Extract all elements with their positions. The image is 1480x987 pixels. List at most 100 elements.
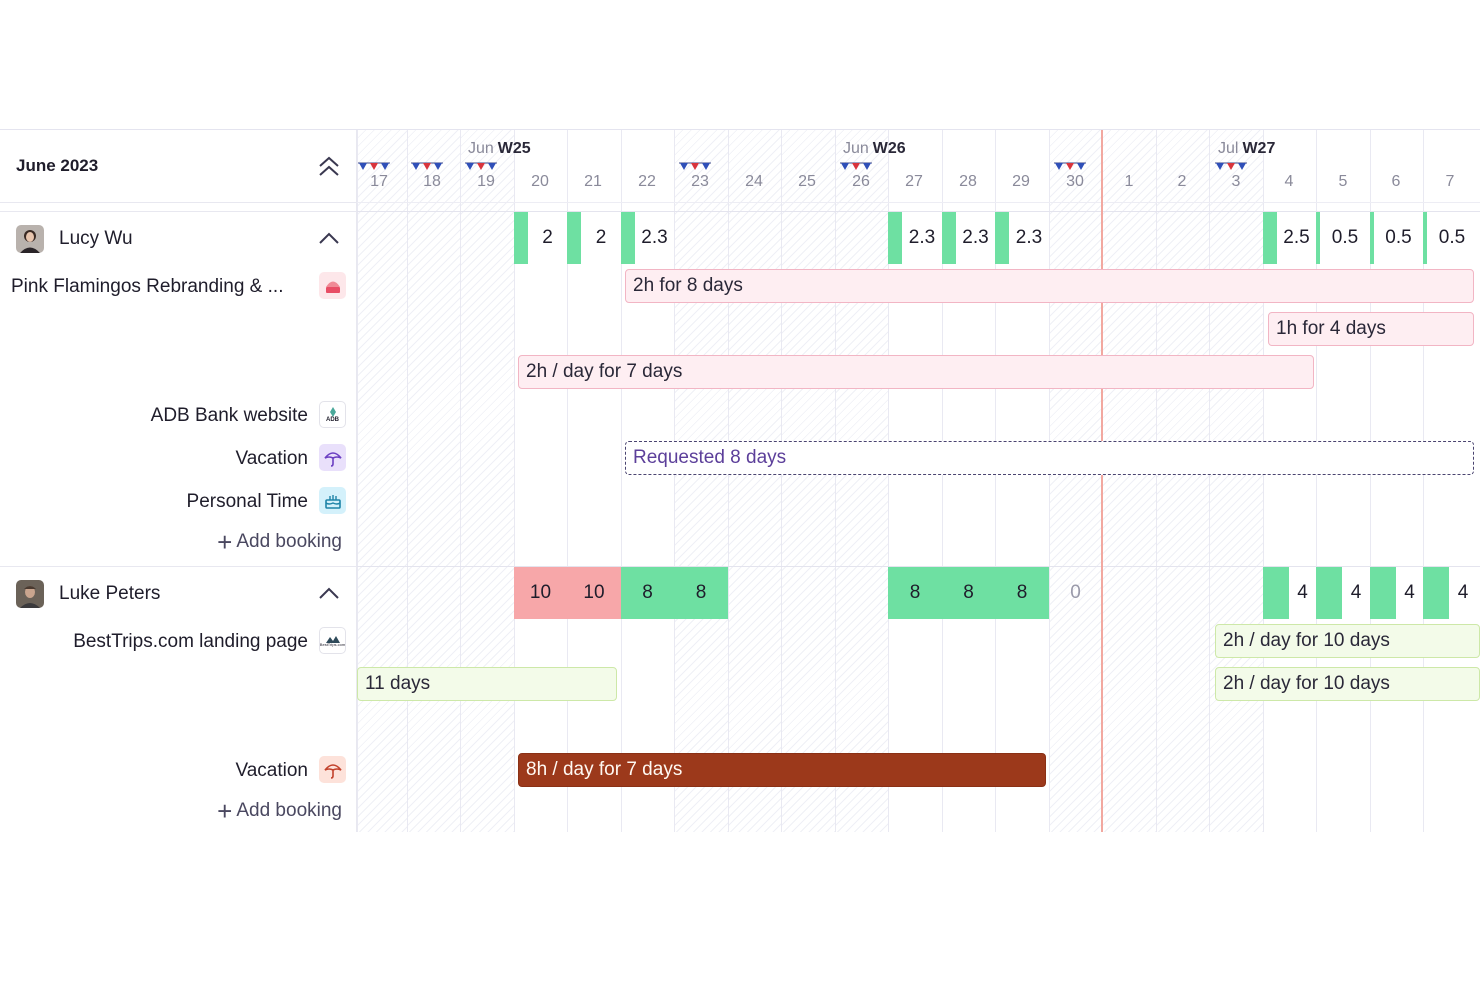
day-column bbox=[1102, 130, 1156, 832]
umbrella-icon bbox=[319, 444, 346, 471]
person-name: Lucy Wu bbox=[59, 228, 133, 249]
capacity-cell[interactable]: 8 bbox=[995, 567, 1049, 619]
booking-bar[interactable]: 1h for 4 days bbox=[1268, 312, 1474, 346]
today-marker bbox=[1101, 130, 1103, 832]
day-number: 21 bbox=[584, 173, 602, 190]
day-number: 22 bbox=[638, 173, 656, 190]
add-booking-label: Add booking bbox=[236, 800, 342, 821]
day-number: 7 bbox=[1445, 173, 1455, 190]
capacity-cell[interactable]: 0.5 bbox=[1370, 212, 1423, 264]
project-name: ADB Bank website bbox=[150, 405, 308, 426]
booking-bar[interactable]: 2h / day for 10 days bbox=[1215, 667, 1480, 701]
day-number: 28 bbox=[959, 173, 977, 190]
plus-icon: + bbox=[217, 796, 233, 826]
chevron-up-icon[interactable] bbox=[316, 227, 342, 251]
project-name: Vacation bbox=[235, 448, 308, 469]
add-booking-button[interactable]: + Add booking bbox=[217, 529, 342, 555]
capacity-cell[interactable]: 4 bbox=[1263, 567, 1316, 619]
project-row[interactable]: Vacation bbox=[0, 753, 357, 789]
booking-bar[interactable]: 2h / day for 10 days bbox=[1215, 624, 1480, 658]
capacity-cell[interactable]: 2.3 bbox=[995, 212, 1049, 264]
holiday-bunting-icon bbox=[1215, 162, 1247, 170]
project-row[interactable]: BestTrips.com landing page BestTrips.com bbox=[0, 624, 357, 660]
day-column bbox=[357, 130, 411, 832]
day-number: 23 bbox=[691, 173, 709, 190]
day-number: 27 bbox=[905, 173, 923, 190]
cupcake-icon bbox=[319, 272, 346, 299]
day-number: 20 bbox=[531, 173, 549, 190]
project-name: BestTrips.com landing page bbox=[73, 631, 308, 652]
person-row-luke-peters[interactable]: Luke Peters bbox=[0, 567, 357, 619]
capacity-cell[interactable]: 4 bbox=[1370, 567, 1423, 619]
day-number: 30 bbox=[1066, 173, 1084, 190]
capacity-cell[interactable]: 2.3 bbox=[621, 212, 674, 264]
capacity-cell[interactable]: 8 bbox=[674, 567, 728, 619]
booking-bar[interactable]: 2h for 8 days bbox=[625, 269, 1474, 303]
umbrella-icon bbox=[319, 756, 346, 783]
holiday-bunting-icon bbox=[679, 162, 711, 170]
person-row-lucy-wu[interactable]: Lucy Wu bbox=[0, 212, 357, 264]
capacity-cell[interactable]: 2 bbox=[514, 212, 567, 264]
day-column bbox=[1049, 130, 1103, 832]
avatar bbox=[16, 580, 44, 608]
capacity-cell[interactable]: 4 bbox=[1423, 567, 1477, 619]
day-column bbox=[835, 130, 889, 832]
adb-logo-icon: ADB bbox=[319, 401, 346, 428]
add-booking-button[interactable]: + Add booking bbox=[217, 798, 342, 824]
day-number: 17 bbox=[370, 173, 388, 190]
day-column bbox=[674, 130, 728, 832]
holiday-bunting-icon bbox=[411, 162, 443, 170]
project-row[interactable]: Personal Time bbox=[0, 484, 357, 520]
day-number: 5 bbox=[1338, 173, 1348, 190]
person-name: Luke Peters bbox=[59, 583, 161, 604]
day-number: 4 bbox=[1284, 173, 1294, 190]
capacity-cell[interactable]: 4 bbox=[1316, 567, 1370, 619]
vacation-booking-bar[interactable]: 8h / day for 7 days bbox=[518, 753, 1046, 787]
booking-bar[interactable]: 11 days bbox=[357, 667, 617, 701]
capacity-cell[interactable]: 2.3 bbox=[888, 212, 942, 264]
capacity-cell[interactable]: 2.5 bbox=[1263, 212, 1316, 264]
adb-logo-text: ADB bbox=[326, 416, 339, 423]
project-name: Personal Time bbox=[186, 491, 308, 512]
capacity-cell[interactable]: 8 bbox=[621, 567, 674, 619]
day-column bbox=[1156, 130, 1210, 832]
add-booking-label: Add booking bbox=[236, 531, 342, 552]
sidebar: June 2023 Lucy Wu Pink Flamingos Rebrand… bbox=[0, 130, 357, 832]
day-number: 6 bbox=[1391, 173, 1401, 190]
collapse-all-icon[interactable] bbox=[314, 152, 344, 182]
time-off-request-bar[interactable]: Requested 8 days bbox=[625, 441, 1474, 475]
project-row[interactable]: Vacation bbox=[0, 441, 357, 477]
chevron-up-icon[interactable] bbox=[316, 582, 342, 606]
scheduler: Jun W25 Jun W26 Jul W27 17 18 19 20 21 22 2… bbox=[0, 129, 1480, 832]
day-number: 19 bbox=[477, 173, 495, 190]
capacity-cell[interactable]: 0.5 bbox=[1423, 212, 1477, 264]
capacity-cell[interactable]: 2.3 bbox=[942, 212, 995, 264]
day-number: 24 bbox=[745, 173, 763, 190]
capacity-cell[interactable]: 8 bbox=[888, 567, 942, 619]
day-column bbox=[407, 130, 461, 832]
project-row[interactable]: ADB Bank website ADB bbox=[0, 398, 357, 434]
holiday-bunting-icon bbox=[465, 162, 497, 170]
day-number: 1 bbox=[1124, 173, 1134, 190]
week-label: Jul W27 bbox=[1218, 140, 1276, 157]
day-column bbox=[781, 130, 835, 832]
timeline-grid: Jun W25 Jun W26 Jul W27 17 18 19 20 21 22 2… bbox=[357, 130, 1480, 832]
capacity-cell[interactable]: 2 bbox=[567, 212, 621, 264]
besttrips-logo-icon: BestTrips.com bbox=[319, 627, 346, 654]
day-number: 26 bbox=[852, 173, 870, 190]
booking-bar[interactable]: 2h / day for 7 days bbox=[518, 355, 1314, 389]
holiday-bunting-icon bbox=[1054, 162, 1086, 170]
header-divider bbox=[357, 202, 1480, 203]
capacity-cell[interactable]: 0 bbox=[1049, 567, 1102, 619]
capacity-cell[interactable]: 10 bbox=[514, 567, 567, 619]
day-column bbox=[1209, 130, 1263, 832]
avatar bbox=[16, 225, 44, 253]
holiday-bunting-icon bbox=[840, 162, 872, 170]
week-label: Jun W25 bbox=[468, 140, 531, 157]
capacity-cell[interactable]: 8 bbox=[942, 567, 995, 619]
capacity-cell[interactable]: 10 bbox=[567, 567, 621, 619]
header-divider bbox=[0, 202, 357, 203]
besttrips-logo-text: BestTrips.com bbox=[319, 641, 346, 647]
capacity-cell[interactable]: 0.5 bbox=[1316, 212, 1370, 264]
project-row[interactable]: Pink Flamingos Rebranding & ... bbox=[0, 269, 357, 305]
